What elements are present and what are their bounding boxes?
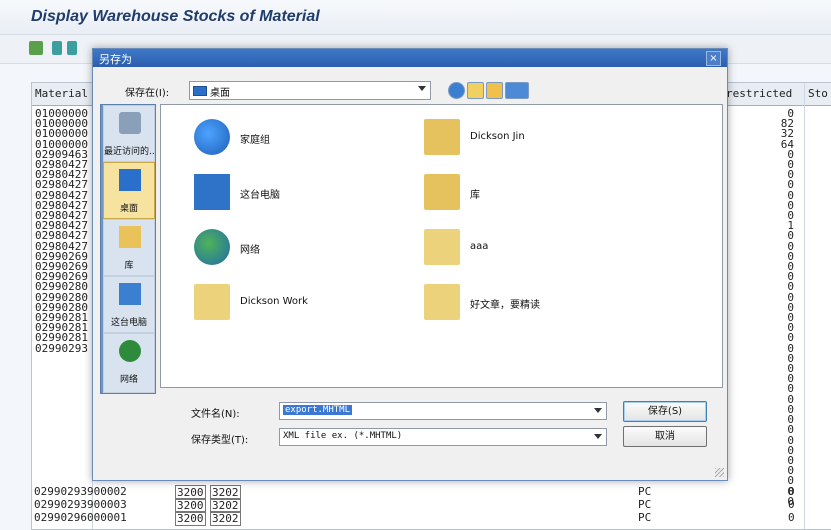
chevron-down-icon[interactable] bbox=[594, 408, 602, 413]
list-item[interactable]: aaa bbox=[424, 227, 654, 267]
homegroup-icon bbox=[194, 119, 230, 155]
filetype-dropdown[interactable]: XML file ex. (*.MHTML) bbox=[279, 428, 607, 446]
file-list: 家庭组 Dickson Jin 这台电脑 库 网络 aaa Dickson Wo… bbox=[160, 104, 723, 388]
row-value: 0 bbox=[788, 485, 795, 498]
save-in-dropdown[interactable]: 桌面 bbox=[189, 81, 431, 100]
save-button[interactable]: 保存(S) bbox=[623, 401, 707, 422]
filetype-value: XML file ex. (*.MHTML) bbox=[283, 431, 403, 441]
list-item[interactable]: 好文章，要精读 bbox=[424, 282, 654, 322]
filter-icon[interactable] bbox=[67, 41, 77, 55]
list-item[interactable]: 家庭组 bbox=[194, 117, 424, 157]
desktop-icon bbox=[193, 86, 207, 96]
chevron-down-icon bbox=[594, 434, 602, 439]
place-libraries[interactable]: 库 bbox=[103, 219, 155, 276]
filename-field[interactable]: export.MHTML bbox=[279, 402, 607, 420]
recent-places-icon bbox=[119, 112, 141, 134]
item-label: 这台电脑 bbox=[240, 190, 280, 201]
header-unrestricted: restricted bbox=[726, 87, 793, 100]
sort-icon[interactable] bbox=[52, 41, 62, 55]
network-icon bbox=[119, 340, 141, 362]
dialog-title: 另存为 bbox=[99, 53, 132, 66]
material-column: 01000000 01000000 01000000 01000000 0290… bbox=[35, 107, 88, 355]
item-label: Dickson Work bbox=[240, 296, 308, 307]
save-as-dialog: 另存为 × 保存在(I): 桌面 最近访问的... 桌面 库 这台电脑 网络 家… bbox=[92, 48, 728, 481]
place-label: 库 bbox=[124, 261, 134, 271]
list-item[interactable]: 库 bbox=[424, 172, 654, 212]
row-sloc: 3202 bbox=[210, 511, 241, 526]
new-folder-icon[interactable] bbox=[486, 82, 503, 99]
col-divider bbox=[804, 83, 805, 529]
up-folder-icon[interactable] bbox=[467, 82, 484, 99]
sap-title-bar: Display Warehouse Stocks of Material bbox=[0, 0, 831, 35]
row-unit: PC bbox=[638, 498, 652, 511]
chevron-down-icon bbox=[418, 86, 426, 91]
sap-page-title: Display Warehouse Stocks of Material bbox=[31, 8, 320, 25]
place-label: 最近访问的... bbox=[104, 147, 154, 157]
places-bar: 最近访问的... 桌面 库 这台电脑 网络 bbox=[100, 104, 156, 394]
list-item[interactable]: 网络 bbox=[194, 227, 424, 267]
item-label: Dickson Jin bbox=[470, 131, 525, 142]
user-folder-icon bbox=[424, 119, 460, 155]
row-plant: 3200 bbox=[175, 511, 206, 526]
network-icon bbox=[194, 229, 230, 265]
save-in-label: 保存在(I): bbox=[125, 88, 170, 99]
list-item[interactable]: 这台电脑 bbox=[194, 172, 424, 212]
close-icon[interactable]: × bbox=[706, 51, 721, 66]
item-label: 库 bbox=[470, 190, 480, 201]
item-label: 家庭组 bbox=[240, 135, 270, 146]
place-label: 桌面 bbox=[119, 204, 138, 214]
desktop-icon bbox=[119, 169, 141, 191]
place-label: 网络 bbox=[119, 375, 138, 385]
folder-icon bbox=[424, 284, 460, 320]
item-label: 网络 bbox=[240, 245, 260, 256]
computer-icon bbox=[194, 174, 230, 210]
library-icon bbox=[424, 174, 460, 210]
place-this-pc[interactable]: 这台电脑 bbox=[103, 276, 155, 333]
view-menu-icon[interactable] bbox=[505, 82, 529, 99]
folder-icon bbox=[194, 284, 230, 320]
filetype-label: 保存类型(T): bbox=[191, 435, 249, 446]
filename-label: 文件名(N): bbox=[191, 409, 240, 420]
back-icon[interactable] bbox=[448, 82, 465, 99]
library-icon bbox=[119, 226, 141, 248]
row-material: 02990293900003 bbox=[34, 498, 127, 511]
list-item[interactable]: Dickson Work bbox=[194, 282, 424, 322]
row-material: 02990296000001 bbox=[34, 511, 127, 524]
row-unit: PC bbox=[638, 485, 652, 498]
place-label: 这台电脑 bbox=[110, 318, 147, 328]
table-row: 02990293900002 3200 3202 PC 0 0299029390… bbox=[0, 485, 831, 528]
cancel-button[interactable]: 取消 bbox=[623, 426, 707, 447]
folder-icon bbox=[424, 229, 460, 265]
filename-value: export.MHTML bbox=[283, 405, 353, 415]
header-stock: Sto bbox=[808, 87, 828, 100]
save-in-value: 桌面 bbox=[210, 88, 230, 99]
item-label: aaa bbox=[470, 241, 489, 252]
place-network[interactable]: 网络 bbox=[103, 333, 155, 393]
header-material: Material bbox=[35, 87, 88, 100]
place-recent[interactable]: 最近访问的... bbox=[103, 105, 155, 162]
row-value: 0 bbox=[788, 511, 795, 524]
dialog-title-bar[interactable]: 另存为 × bbox=[93, 49, 727, 67]
row-value: 0 bbox=[788, 498, 795, 511]
row-material: 02990293900002 bbox=[34, 485, 127, 498]
row-unit: PC bbox=[638, 511, 652, 524]
list-item[interactable]: Dickson Jin bbox=[424, 117, 654, 157]
unrestricted-column: 0 82 32 64 0 0 0 0 0 0 0 1 0 0 0 0 0 0 0… bbox=[780, 107, 794, 508]
item-label: 好文章，要精读 bbox=[470, 300, 540, 311]
resize-grip-icon[interactable] bbox=[715, 468, 724, 477]
place-desktop[interactable]: 桌面 bbox=[103, 162, 155, 219]
computer-icon bbox=[119, 283, 141, 305]
detail-icon[interactable] bbox=[29, 41, 43, 55]
